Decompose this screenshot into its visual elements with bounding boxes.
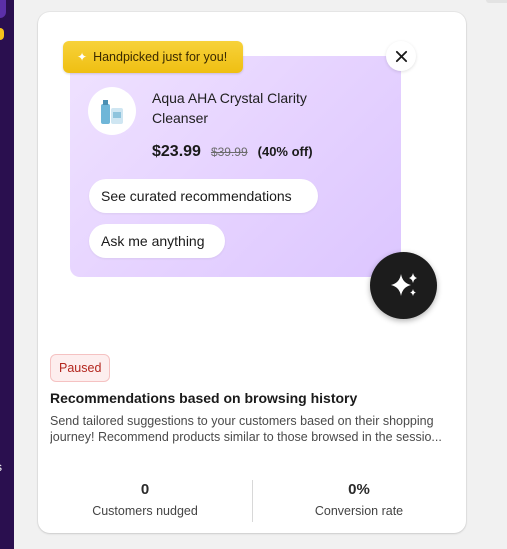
stat-value: 0 (140, 481, 150, 498)
assistant-launcher-button[interactable] (370, 252, 437, 319)
discount-percent: (40% off) (257, 144, 313, 159)
handpicked-banner: ✦ Handpicked just for you! (63, 41, 244, 73)
stat-divider (252, 480, 253, 522)
stats-row: 0 Customers nudged 0% Conversion rate (38, 480, 466, 522)
nudge-preview: ✦ Handpicked just for you! Aqua AHA Crys… (38, 12, 466, 342)
stat-customers-nudged: 0 Customers nudged (38, 480, 252, 522)
sidebar-item-label[interactable]: s (0, 460, 2, 474)
ask-anything-chip[interactable]: Ask me anything (89, 224, 225, 258)
stat-label: Conversion rate (314, 504, 404, 518)
curated-recommendations-chip[interactable]: See curated recommendations (89, 179, 318, 213)
handpicked-label: Handpicked just for you! (93, 50, 228, 64)
sidebar-active-indicator (0, 0, 6, 18)
nudge-title: Recommendations based on browsing histor… (50, 390, 358, 406)
close-preview-button[interactable] (386, 41, 416, 71)
adjacent-card-edge (486, 0, 507, 3)
price-row: $23.99 $39.99 (40% off) (152, 143, 313, 161)
stat-label: Customers nudged (92, 504, 198, 518)
nudge-description: Send tailored suggestions to your custom… (50, 413, 456, 445)
description-line: journey! Recommend products similar to t… (50, 430, 442, 444)
description-line: Send tailored suggestions to your custom… (50, 414, 434, 428)
sidebar-badge (0, 28, 4, 40)
close-icon (395, 50, 407, 62)
product-image (88, 87, 136, 135)
product-name: Aqua AHA Crystal Clarity Cleanser (152, 90, 307, 126)
original-price: $39.99 (210, 145, 248, 159)
sparkle-icon: ✦ (77, 50, 88, 64)
stat-value: 0% (348, 481, 370, 498)
status-badge: Paused (50, 354, 111, 382)
sparkle-icon (390, 272, 417, 296)
sale-price: $23.99 (152, 143, 201, 160)
nudge-card[interactable]: ✦ Handpicked just for you! Aqua AHA Crys… (38, 12, 466, 533)
cleanser-bottle-icon (101, 100, 123, 124)
app-sidebar: s (0, 0, 14, 549)
stat-conversion-rate: 0% Conversion rate (252, 480, 466, 522)
